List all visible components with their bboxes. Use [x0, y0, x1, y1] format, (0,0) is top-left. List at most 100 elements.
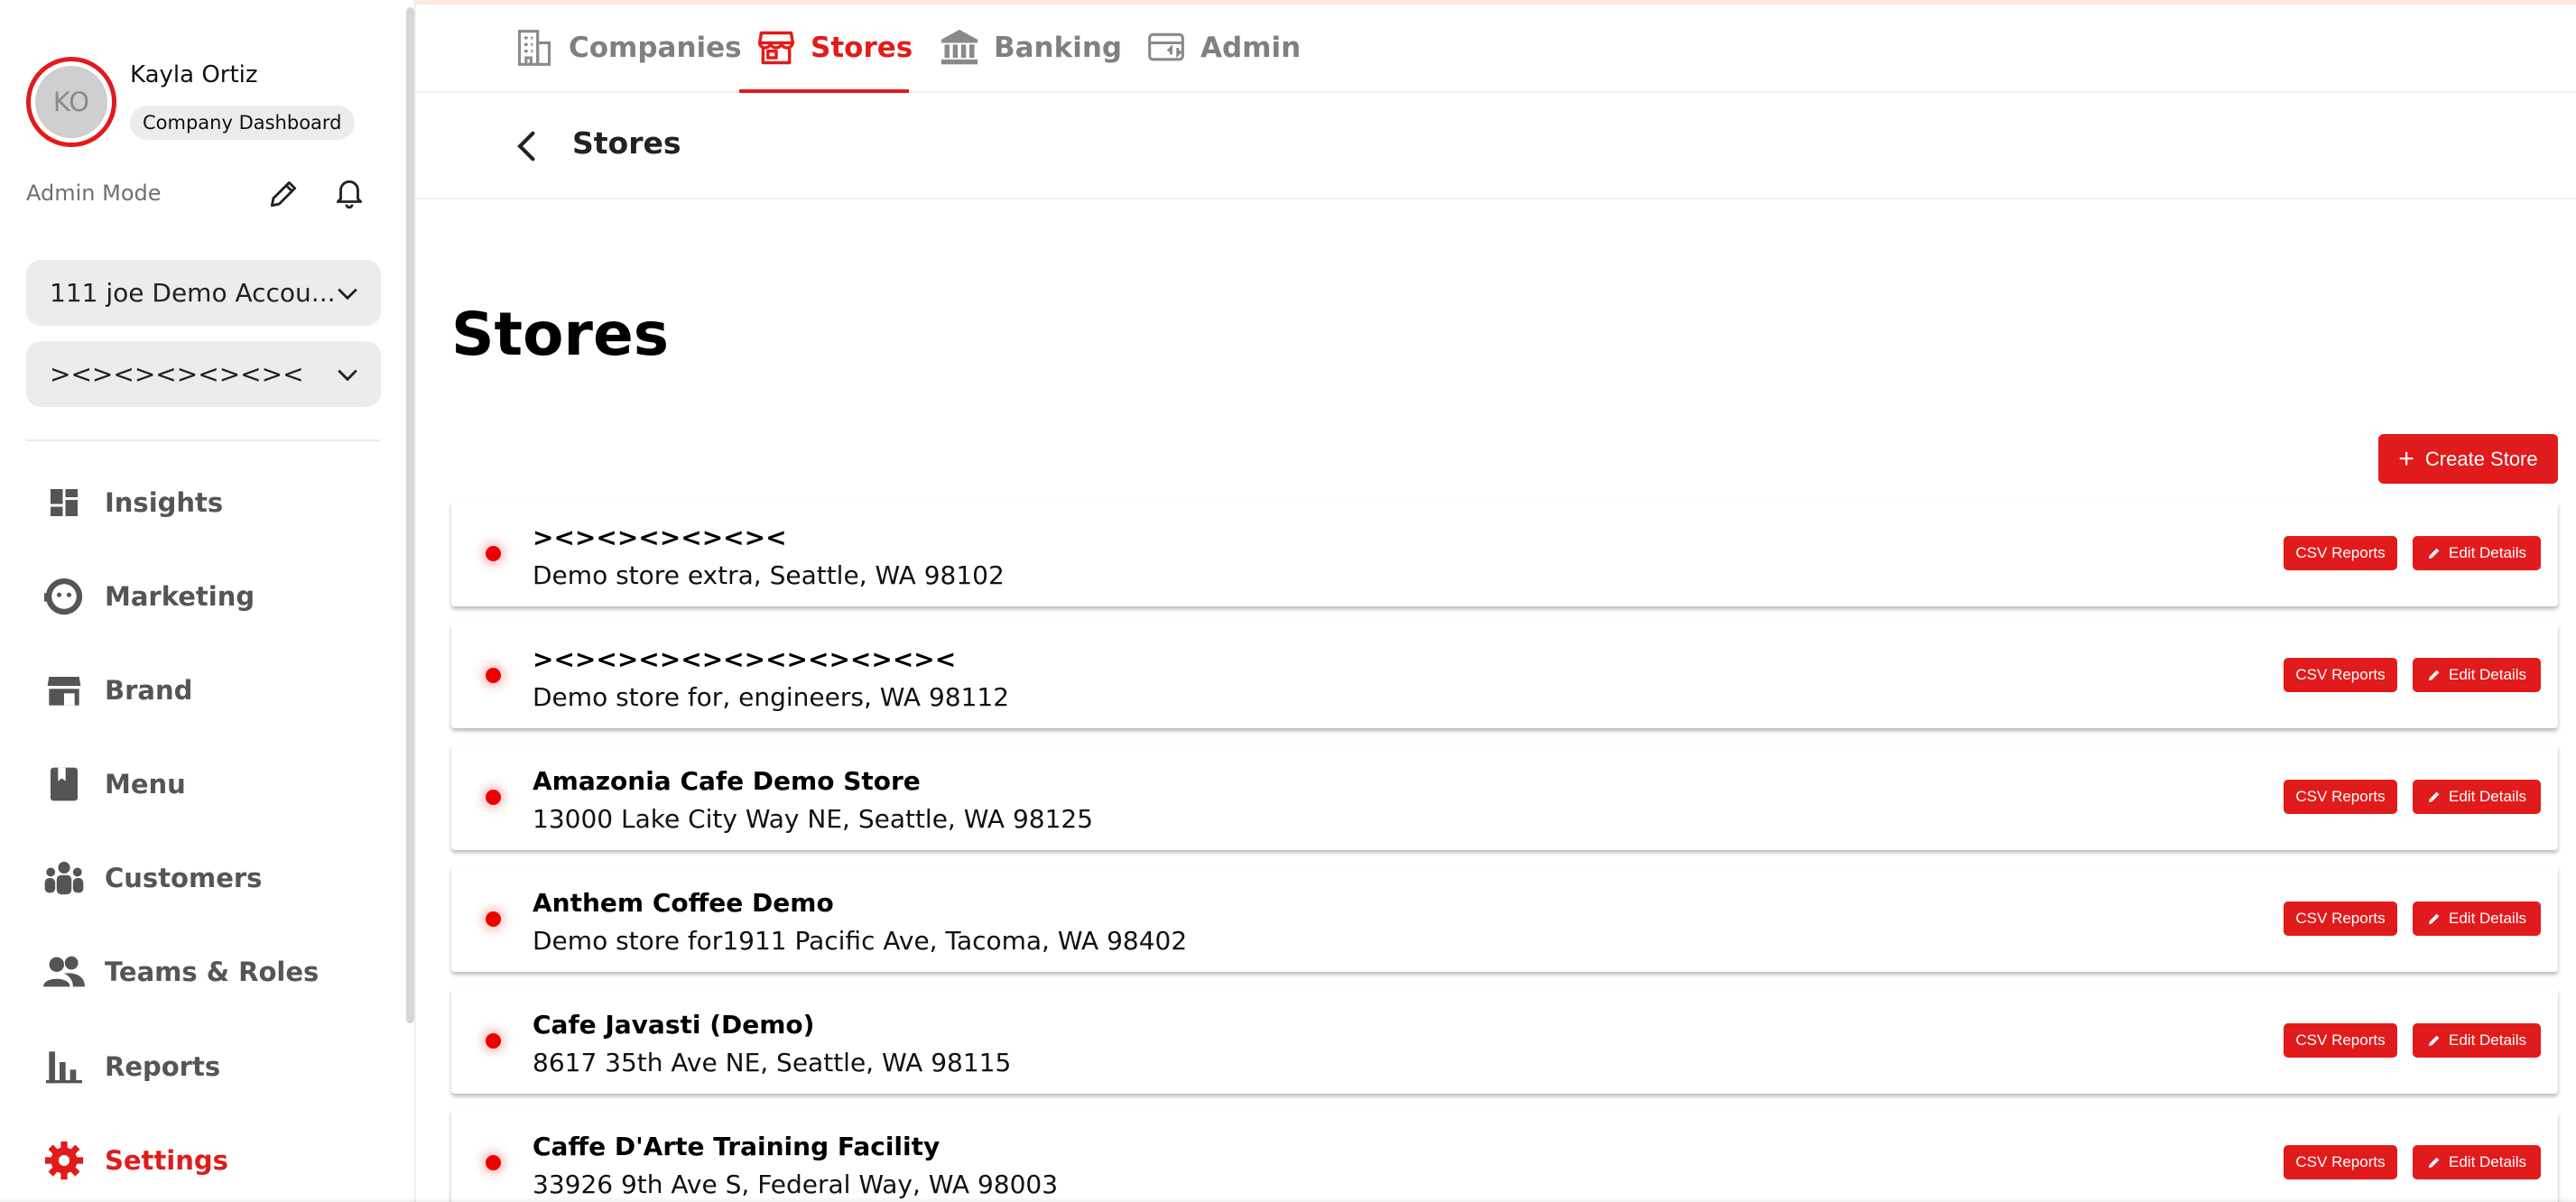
sidebar-item-marketing[interactable]: Marketing	[43, 569, 255, 624]
store-row[interactable]: Cafe Javasti (Demo) 8617 35th Ave NE, Sea…	[451, 988, 2558, 1094]
store-address: Demo store for1911 Pacific Ave, Tacoma, …	[533, 926, 1188, 956]
csv-reports-button[interactable]: CSV Reports	[2284, 1023, 2397, 1058]
edit-details-button[interactable]: Edit Details	[2413, 1023, 2541, 1058]
store-address: Demo store for, engineers, WA 98112	[533, 682, 1010, 712]
pencil-icon	[2429, 1035, 2440, 1046]
pencil-icon	[2429, 913, 2440, 924]
edit-details-button[interactable]: Edit Details	[2413, 1145, 2541, 1179]
store-name: ><><><><><><><><><><	[533, 644, 957, 674]
csv-reports-button[interactable]: CSV Reports	[2284, 658, 2397, 692]
bell-icon[interactable]	[332, 174, 366, 212]
sidebar-item-teams-roles[interactable]: Teams & Roles	[43, 945, 319, 999]
pencil-icon	[2429, 548, 2440, 559]
pencil-icon	[2429, 1157, 2440, 1168]
chevron-down-icon	[338, 369, 357, 382]
store-select-value: ><><><><><><	[50, 359, 304, 389]
subheader	[416, 93, 2576, 199]
store-row[interactable]: Caffe D'Arte Training Facility 33926 9th …	[451, 1110, 2558, 1202]
create-store-button[interactable]: + Create Store	[2378, 434, 2558, 484]
csv-reports-button[interactable]: CSV Reports	[2284, 536, 2397, 570]
edit-details-button[interactable]: Edit Details	[2413, 658, 2541, 692]
edit-details-label: Edit Details	[2449, 666, 2526, 683]
csv-reports-button[interactable]: CSV Reports	[2284, 902, 2397, 936]
bank-icon	[941, 29, 978, 65]
sidebar-item-settings[interactable]: Settings	[43, 1133, 228, 1188]
store-row[interactable]: Anthem Coffee Demo Demo store for1911 Pac…	[451, 866, 2558, 972]
people-icon	[43, 857, 85, 899]
store-address: 33926 9th Ave S, Federal Way, WA 98003	[533, 1170, 1059, 1199]
account-select-value: 111 joe Demo Accou...	[50, 278, 336, 308]
edit-details-button[interactable]: Edit Details	[2413, 536, 2541, 570]
sidebar-item-label: Customers	[105, 863, 263, 893]
status-dot	[486, 1155, 501, 1170]
store-name: Caffe D'Arte Training Facility	[533, 1132, 941, 1161]
account-select[interactable]: 111 joe Demo Accou...	[26, 260, 381, 326]
building-icon	[517, 30, 551, 66]
store-address: 8617 35th Ave NE, Seattle, WA 98115	[533, 1048, 1012, 1077]
status-dot	[486, 911, 501, 927]
bar-chart-icon	[43, 1046, 85, 1087]
plus-icon: +	[2398, 443, 2414, 474]
status-dot	[486, 668, 501, 683]
edit-details-label: Edit Details	[2449, 544, 2526, 561]
status-dot	[486, 790, 501, 805]
dashboard-icon	[43, 482, 85, 523]
sidebar-item-customers[interactable]: Customers	[43, 851, 262, 905]
csv-reports-button[interactable]: CSV Reports	[2284, 1145, 2397, 1179]
csv-reports-label: CSV Reports	[2295, 1153, 2386, 1170]
admin-card-icon	[1148, 32, 1184, 61]
store-row[interactable]: ><><><><><><><><><>< Demo store for, engi…	[451, 623, 2558, 728]
tab-stores[interactable]: Stores	[756, 25, 913, 70]
sidebar-item-label: Menu	[105, 769, 186, 800]
tab-companies[interactable]: Companies	[514, 25, 742, 70]
store-address: 13000 Lake City Way NE, Seattle, WA 9812…	[533, 804, 1094, 834]
chevron-down-icon	[338, 288, 357, 300]
tab-label: Companies	[569, 32, 742, 64]
store-row[interactable]: Amazonia Cafe Demo Store 13000 Lake City …	[451, 744, 2558, 850]
store-select[interactable]: ><><><><><><	[26, 341, 381, 407]
subheader-title: Stores	[572, 125, 681, 161]
storefront-icon	[43, 670, 85, 711]
edit-details-label: Edit Details	[2449, 1153, 2526, 1170]
pencil-icon[interactable]	[266, 177, 301, 211]
tab-banking[interactable]: Banking	[940, 25, 1122, 70]
edit-details-label: Edit Details	[2449, 1031, 2526, 1049]
gear-icon	[43, 1140, 85, 1181]
tab-label: Stores	[811, 32, 913, 64]
back-arrow-icon[interactable]	[513, 129, 542, 163]
sidebar-item-label: Marketing	[105, 581, 255, 612]
tab-label: Banking	[994, 32, 1123, 64]
avatar[interactable]: KO	[26, 57, 116, 147]
pencil-icon	[2429, 791, 2440, 802]
csv-reports-label: CSV Reports	[2295, 788, 2386, 805]
sidebar-item-label: Teams & Roles	[105, 957, 320, 987]
edit-details-label: Edit Details	[2449, 788, 2526, 805]
admin-mode-label: Admin Mode	[26, 180, 162, 206]
csv-reports-label: CSV Reports	[2295, 666, 2386, 683]
sidebar-item-label: Settings	[105, 1145, 228, 1176]
sidebar-item-label: Insights	[105, 487, 224, 518]
book-icon	[43, 763, 85, 805]
tab-admin[interactable]: Admin	[1146, 25, 1301, 70]
sidebar-item-reports[interactable]: Reports	[43, 1040, 220, 1094]
csv-reports-label: CSV Reports	[2295, 910, 2386, 927]
status-dot	[486, 1033, 501, 1049]
csv-reports-button[interactable]: CSV Reports	[2284, 780, 2397, 814]
edit-details-label: Edit Details	[2449, 910, 2526, 927]
sidebar-item-menu[interactable]: Menu	[43, 757, 186, 811]
store-row[interactable]: ><><><><><>< Demo store extra, Seattle, W…	[451, 501, 2558, 606]
avatar-initials: KO	[35, 66, 107, 138]
sidebar-item-label: Reports	[105, 1051, 221, 1082]
tab-label: Admin	[1200, 32, 1302, 64]
sidebar-item-brand[interactable]: Brand	[43, 663, 192, 717]
sidebar-item-insights[interactable]: Insights	[43, 476, 223, 530]
pencil-icon	[2429, 670, 2440, 680]
edit-details-button[interactable]: Edit Details	[2413, 780, 2541, 814]
sidebar-scrollbar[interactable]	[406, 7, 414, 1023]
sidebar: KO Kayla Ortiz Company Dashboard Admin M…	[0, 0, 414, 1202]
team-icon	[43, 951, 85, 993]
edit-details-button[interactable]: Edit Details	[2413, 902, 2541, 936]
store-name: Amazonia Cafe Demo Store	[533, 766, 921, 796]
store-name: Anthem Coffee Demo	[533, 888, 834, 918]
page-title: Stores	[451, 300, 670, 369]
